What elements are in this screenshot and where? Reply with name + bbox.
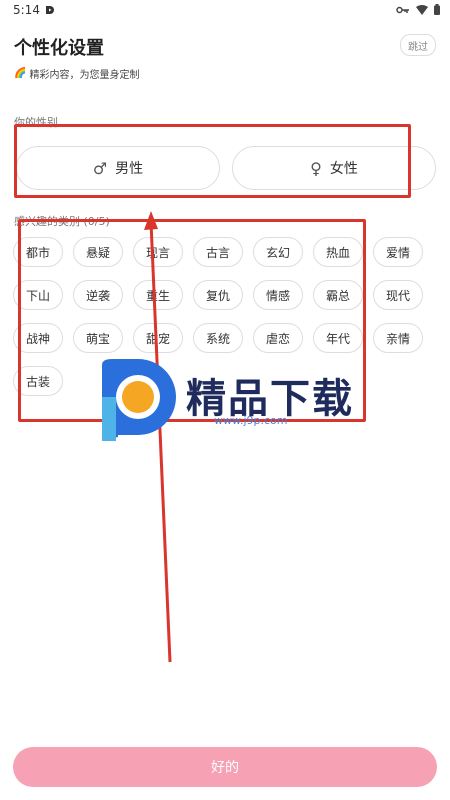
status-time: 5:14 — [13, 3, 40, 17]
male-symbol-icon: ♂ — [92, 158, 108, 178]
gender-male-label: 男性 — [115, 161, 144, 177]
status-bar: 5:14 — [0, 0, 450, 22]
watermark-url: www.j9p.com — [214, 414, 288, 427]
key-icon — [396, 6, 409, 13]
category-tag[interactable]: 霸总 — [313, 280, 363, 310]
category-tag[interactable]: 现言 — [133, 237, 183, 267]
page-title: 个性化设置 — [14, 38, 104, 59]
wifi-icon — [416, 4, 428, 15]
subtitle: 🌈 精彩内容，为您量身定制 — [14, 66, 139, 81]
category-tag[interactable]: 下山 — [13, 280, 63, 310]
category-tag[interactable]: 亲情 — [373, 323, 423, 353]
ok-button[interactable]: 好的 — [13, 747, 437, 787]
category-tag[interactable]: 古言 — [193, 237, 243, 267]
category-tag[interactable]: 爱情 — [373, 237, 423, 267]
category-tag[interactable]: 情感 — [253, 280, 303, 310]
category-tag[interactable]: 古装 — [13, 366, 63, 396]
category-tag[interactable]: 系统 — [193, 323, 243, 353]
female-symbol-icon: ♀ — [310, 158, 322, 178]
category-tag[interactable]: 甜宠 — [133, 323, 183, 353]
gender-section-label: 你的性别 — [14, 116, 58, 129]
battery-icon — [434, 4, 440, 15]
category-section-label: 感兴趣的类别 (0/5) — [14, 215, 110, 228]
category-tag[interactable]: 逆袭 — [73, 280, 123, 310]
category-tag[interactable]: 悬疑 — [73, 237, 123, 267]
app-notification-icon — [46, 6, 54, 14]
subtitle-text: 精彩内容，为您量身定制 — [29, 70, 140, 81]
category-tag[interactable]: 年代 — [313, 323, 363, 353]
category-tag[interactable]: 复仇 — [193, 280, 243, 310]
category-tag[interactable]: 都市 — [13, 237, 63, 267]
category-tag[interactable]: 战神 — [13, 323, 63, 353]
category-tag[interactable]: 现代 — [373, 280, 423, 310]
rainbow-icon: 🌈 — [14, 68, 27, 79]
gender-female-label: 女性 — [329, 161, 358, 177]
category-tag[interactable]: 重生 — [133, 280, 183, 310]
status-icons — [396, 4, 440, 15]
category-tag[interactable]: 玄幻 — [253, 237, 303, 267]
category-tag[interactable]: 热血 — [313, 237, 363, 267]
skip-button[interactable]: 跳过 — [400, 34, 436, 56]
category-tag[interactable]: 萌宝 — [73, 323, 123, 353]
gender-female-button[interactable]: ♀ 女性 — [232, 146, 436, 190]
category-tag[interactable]: 虐恋 — [253, 323, 303, 353]
gender-male-button[interactable]: ♂ 男性 — [16, 146, 220, 190]
